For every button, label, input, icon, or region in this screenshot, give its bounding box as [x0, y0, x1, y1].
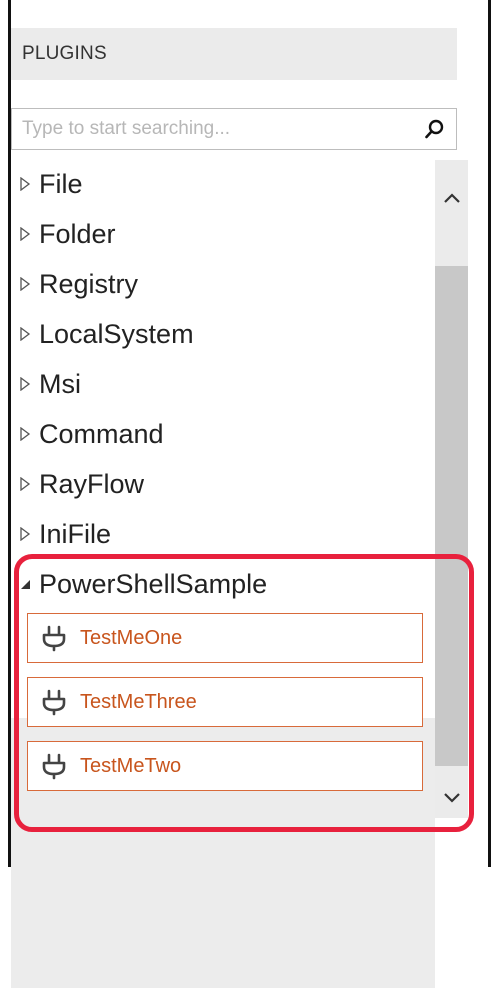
collapsed-triangle-icon[interactable] — [11, 527, 39, 541]
window-right-border — [488, 0, 491, 867]
tree-item-rayflow[interactable]: RayFlow — [11, 460, 435, 508]
tree-item-label: RayFlow — [39, 468, 145, 499]
chevron-up-icon[interactable] — [443, 192, 461, 204]
scroll-up-button[interactable] — [435, 180, 468, 216]
plugin-item-testmetwo[interactable]: TestMeTwo — [27, 741, 423, 791]
plugins-header-title: PLUGINS — [22, 43, 107, 64]
plug-icon — [42, 625, 66, 652]
scrollbar-thumb[interactable] — [435, 266, 468, 766]
plugins-header: PLUGINS — [11, 28, 457, 80]
tree-item-localsystem[interactable]: LocalSystem — [11, 310, 435, 358]
plugin-item-testmethree[interactable]: TestMeThree — [27, 677, 423, 727]
tree-item-powershellsample[interactable]: PowerShellSample — [11, 560, 435, 608]
plugin-item-testmeone[interactable]: TestMeOne — [27, 613, 423, 663]
tree-item-label: Command — [39, 418, 164, 449]
expanded-triangle-icon[interactable] — [11, 578, 39, 590]
collapsed-triangle-icon[interactable] — [11, 427, 39, 441]
collapsed-triangle-icon[interactable] — [11, 377, 39, 391]
plugin-label: TestMeTwo — [80, 754, 182, 777]
tree-item-label: Folder — [39, 218, 116, 249]
tree-item-label: LocalSystem — [39, 318, 194, 349]
search-icon[interactable] — [424, 118, 446, 140]
tree-item-msi[interactable]: Msi — [11, 360, 435, 408]
plugins-window: PLUGINS File Folder Registry — [0, 0, 493, 988]
tree-item-folder[interactable]: Folder — [11, 210, 435, 258]
plugin-tree: File Folder Registry LocalSystem Msi Com… — [11, 160, 435, 988]
tree-item-command[interactable]: Command — [11, 410, 435, 458]
plug-icon — [42, 689, 66, 716]
plugin-label: TestMeOne — [80, 626, 183, 649]
search-input[interactable] — [22, 115, 402, 143]
scroll-down-button[interactable] — [435, 780, 468, 816]
tree-item-label: PowerShellSample — [39, 568, 268, 599]
plug-icon — [42, 753, 66, 780]
plugin-label: TestMeThree — [80, 690, 197, 713]
collapsed-triangle-icon[interactable] — [11, 177, 39, 191]
tree-item-label: Registry — [39, 268, 139, 299]
collapsed-triangle-icon[interactable] — [11, 327, 39, 341]
tree-item-label: IniFile — [39, 518, 112, 549]
collapsed-triangle-icon[interactable] — [11, 477, 39, 491]
chevron-down-icon[interactable] — [443, 792, 461, 804]
collapsed-triangle-icon[interactable] — [11, 277, 39, 291]
collapsed-triangle-icon[interactable] — [11, 227, 39, 241]
tree-item-label: Msi — [39, 368, 81, 399]
tree-item-inifile[interactable]: IniFile — [11, 510, 435, 558]
tree-item-file[interactable]: File — [11, 160, 435, 208]
tree-item-registry[interactable]: Registry — [11, 260, 435, 308]
vertical-scrollbar[interactable] — [435, 160, 468, 818]
tree-item-label: File — [39, 168, 83, 199]
search-box[interactable] — [11, 108, 457, 150]
